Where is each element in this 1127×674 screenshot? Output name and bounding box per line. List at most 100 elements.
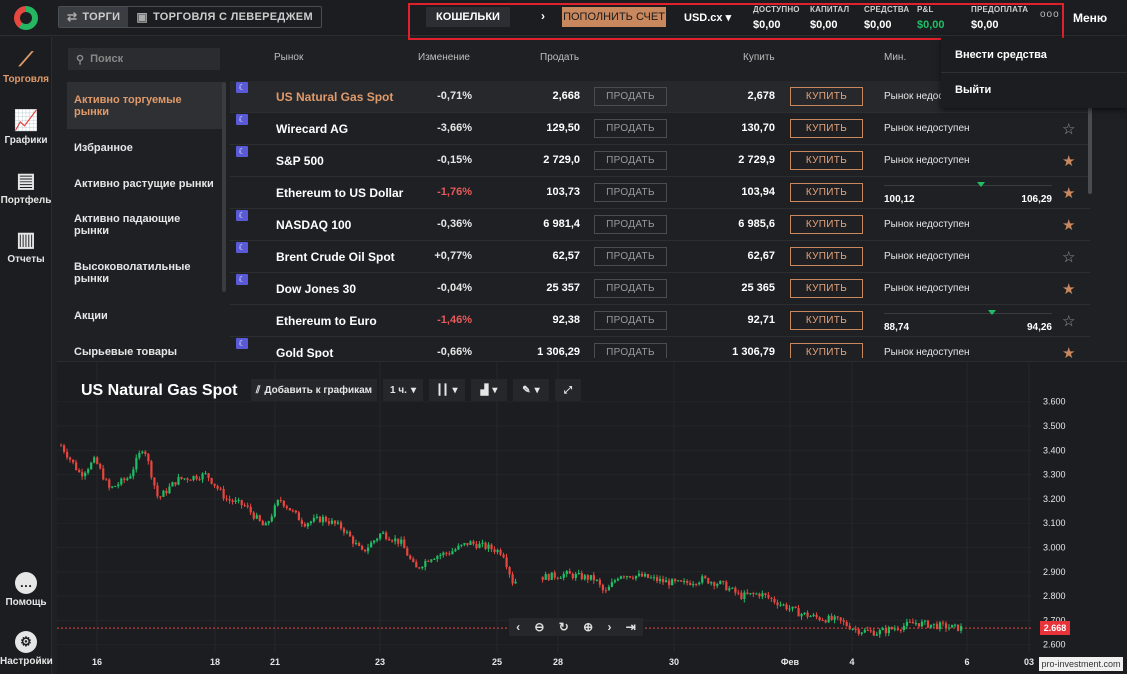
candle-body	[373, 540, 376, 543]
left-nav: ⟋ Торговля 📈 Графики ▤ Портфель ▥ Отчеты…	[0, 37, 53, 674]
scroll-right-icon[interactable]: ›	[607, 620, 611, 634]
category-stocks[interactable]: Акции	[67, 305, 222, 327]
chart-title: US Natural Gas Spot	[81, 382, 238, 399]
chart-type-select[interactable]: ┃┃ ▾	[429, 379, 465, 401]
candle-body	[752, 593, 755, 595]
category-active[interactable]: Активно торгуемые рынки	[67, 82, 222, 129]
drawing-tools-select[interactable]: ✎ ▾	[513, 379, 549, 401]
favorite-star-icon[interactable]: ☆	[1062, 312, 1075, 330]
fullscreen-button[interactable]: ⤢	[555, 379, 581, 401]
favorite-star-icon[interactable]: ★	[1062, 152, 1075, 170]
buy-button[interactable]: КУПИТЬ	[790, 87, 863, 106]
category-falling[interactable]: Активно падающие рынки	[67, 208, 222, 242]
category-rising[interactable]: Активно растущие рынки	[67, 173, 222, 195]
header-min[interactable]: Мин.	[884, 52, 906, 63]
tab-leverage[interactable]: ▣ ТОРГОВЛЯ С ЛЕВЕРЕДЖЕМ	[128, 7, 321, 27]
menu-button[interactable]: Меню	[1073, 11, 1107, 25]
indicators-select[interactable]: ▟ ▾	[471, 379, 507, 401]
buy-button[interactable]: КУПИТЬ	[790, 183, 863, 202]
market-name[interactable]: US Natural Gas Spot	[276, 90, 393, 104]
search-input[interactable]: ⚲ Поиск	[68, 48, 220, 70]
candle-body	[836, 616, 839, 618]
table-row[interactable]: ☾ NASDAQ 100 -0,36% 6 981,4 ПРОДАТЬ 6 985,6 КУ…	[230, 209, 1090, 241]
table-row[interactable]: Ethereum to Euro -1,46% 92,38 ПРОДАТЬ 92,71 К…	[230, 305, 1090, 337]
interval-select[interactable]: 1 ч. ▾	[383, 379, 423, 401]
category-volatile[interactable]: Высоковолатильные рынки	[67, 256, 222, 290]
nav-reports[interactable]: ▥ Отчеты	[0, 229, 52, 265]
header-change[interactable]: Изменение	[418, 52, 470, 63]
nav-portfolio[interactable]: ▤ Портфель	[0, 170, 52, 206]
buy-button[interactable]: КУПИТЬ	[790, 311, 863, 330]
favorite-star-icon[interactable]: ☆	[1062, 248, 1075, 266]
buy-button[interactable]: КУПИТЬ	[790, 119, 863, 138]
chevron-right-icon[interactable]: ›	[541, 9, 545, 23]
category-scrollbar[interactable]	[222, 82, 226, 292]
zoom-out-icon[interactable]: ⊖	[534, 620, 544, 634]
wallets-button[interactable]: КОШЕЛЬКИ	[426, 7, 510, 27]
logo-icon[interactable]	[14, 6, 38, 30]
category-favorites[interactable]: Избранное	[67, 137, 222, 159]
reset-icon[interactable]: ↻	[559, 620, 569, 634]
favorite-star-icon[interactable]: ★	[1062, 216, 1075, 234]
favorite-star-icon[interactable]: ☆	[1062, 120, 1075, 138]
table-row[interactable]: ☾ Wirecard AG -3,66% 129,50 ПРОДАТЬ 130,70 КУП…	[230, 113, 1090, 145]
more-icon[interactable]: ooo	[1040, 9, 1060, 20]
header-market[interactable]: Рынок	[274, 52, 303, 63]
scroll-left-icon[interactable]: ‹	[516, 620, 520, 634]
candle-body	[604, 590, 608, 592]
category-commodities[interactable]: Сырьевые товары	[67, 341, 222, 363]
market-name[interactable]: Wirecard AG	[276, 122, 348, 136]
nav-trading[interactable]: ⟋ Торговля	[0, 49, 52, 85]
favorite-star-icon[interactable]: ★	[1062, 344, 1075, 358]
buy-button[interactable]: КУПИТЬ	[790, 343, 863, 358]
market-name[interactable]: Brent Crude Oil Spot	[276, 250, 395, 264]
candle-body	[905, 621, 909, 626]
buy-button[interactable]: КУПИТЬ	[790, 215, 863, 234]
buy-button[interactable]: КУПИТЬ	[790, 279, 863, 298]
scroll-end-icon[interactable]: ⇥	[626, 620, 636, 634]
sell-button[interactable]: ПРОДАТЬ	[594, 279, 667, 298]
market-name[interactable]: Gold Spot	[276, 346, 333, 358]
market-name[interactable]: S&P 500	[276, 154, 324, 168]
nav-settings[interactable]: ⚙ Настройки	[0, 631, 53, 667]
candle-body	[418, 567, 421, 569]
candle-body	[261, 520, 264, 526]
market-name[interactable]: Ethereum to US Dollar	[276, 186, 403, 200]
zoom-in-icon[interactable]: ⊕	[583, 620, 593, 634]
currency-select[interactable]: USD.cx ▾	[684, 11, 731, 24]
sell-button[interactable]: ПРОДАТЬ	[594, 311, 667, 330]
buy-button[interactable]: КУПИТЬ	[790, 247, 863, 266]
tab-trading[interactable]: ⇄ ТОРГИ	[59, 7, 129, 27]
candle-body	[153, 477, 156, 486]
sell-button[interactable]: ПРОДАТЬ	[594, 183, 667, 202]
sell-price: 2,668	[552, 90, 580, 102]
table-row[interactable]: ☾ S&P 500 -0,15% 2 729,0 ПРОДАТЬ 2 729,9 КУПИТ…	[230, 145, 1090, 177]
sell-button[interactable]: ПРОДАТЬ	[594, 87, 667, 106]
sell-button[interactable]: ПРОДАТЬ	[594, 151, 667, 170]
sell-button[interactable]: ПРОДАТЬ	[594, 343, 667, 358]
market-name[interactable]: Ethereum to Euro	[276, 314, 377, 328]
sell-button[interactable]: ПРОДАТЬ	[594, 247, 667, 266]
candle-body	[547, 574, 550, 580]
table-row[interactable]: Ethereum to US Dollar -1,76% 103,73 ПРОДАТЬ…	[230, 177, 1090, 209]
market-name[interactable]: Dow Jones 30	[276, 282, 356, 296]
buy-button[interactable]: КУПИТЬ	[790, 151, 863, 170]
favorite-star-icon[interactable]: ★	[1062, 184, 1075, 202]
table-row[interactable]: ☾ Gold Spot -0,66% 1 306,29 ПРОДАТЬ 1 306,79 К…	[230, 337, 1090, 358]
candle-body	[589, 575, 592, 580]
table-row[interactable]: ☾ Dow Jones 30 -0,04% 25 357 ПРОДАТЬ 25 365 КУ…	[230, 273, 1090, 305]
market-name[interactable]: NASDAQ 100	[276, 218, 351, 232]
menu-item-deposit[interactable]: Внести средства	[955, 49, 1047, 61]
add-to-charts-button[interactable]: ⫽ Добавить к графикам	[251, 379, 377, 401]
sell-button[interactable]: ПРОДАТЬ	[594, 119, 667, 138]
candle-body	[354, 542, 358, 544]
table-row[interactable]: ☾ Brent Crude Oil Spot +0,77% 62,57 ПРОДАТЬ 6…	[230, 241, 1090, 273]
favorite-star-icon[interactable]: ★	[1062, 280, 1075, 298]
nav-charts[interactable]: 📈 Графики	[0, 110, 52, 146]
deposit-button[interactable]: ПОПОЛНИТЬ СЧЕТ	[562, 7, 666, 27]
header-buy[interactable]: Купить	[743, 52, 775, 63]
menu-item-logout[interactable]: Выйти	[955, 84, 991, 96]
header-sell[interactable]: Продать	[540, 52, 579, 63]
sell-button[interactable]: ПРОДАТЬ	[594, 215, 667, 234]
nav-help[interactable]: … Помощь	[0, 572, 52, 608]
